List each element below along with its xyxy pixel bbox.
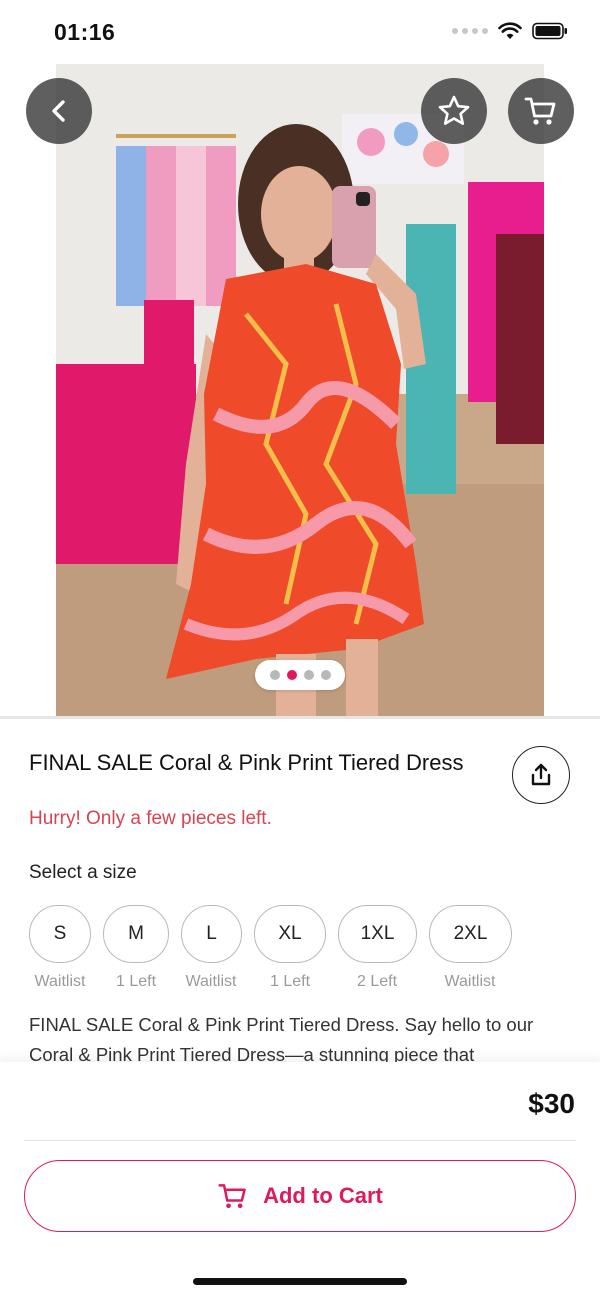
size-stock-status: Waitlist [34,973,86,990]
back-button[interactable] [26,78,92,144]
status-bar: 01:16 [0,0,600,64]
image-pager[interactable] [255,660,345,690]
size-button[interactable]: XL [254,905,326,963]
favorite-button[interactable] [421,78,487,144]
cart-icon [524,97,556,125]
size-stock-status: Waitlist [444,973,496,990]
status-time: 01:16 [54,19,116,45]
product-title: FINAL SALE Coral & Pink Print Tiered Dre… [29,750,464,775]
divider [24,1140,576,1141]
size-stock-status: 1 Left [115,973,157,990]
pager-dot[interactable] [286,670,297,680]
cart-button[interactable] [508,78,574,144]
size-stock-status: Waitlist [185,973,237,990]
size-button[interactable]: M [103,905,169,963]
home-indicator[interactable] [193,1278,407,1285]
add-to-cart-label: Add to Cart [263,1183,383,1208]
wifi-icon [498,22,522,39]
product-price: $30 [528,1088,575,1119]
battery-icon [532,22,567,40]
share-button[interactable] [512,746,570,804]
product-image-carousel[interactable] [0,64,600,716]
divider [0,716,600,719]
star-icon [438,95,470,125]
pager-dot[interactable] [303,670,314,680]
cellular-signal-icon [452,28,488,34]
size-button[interactable]: 2XL [429,905,512,963]
product-photo [56,64,544,716]
size-button[interactable]: 1XL [338,905,417,963]
pager-dot[interactable] [269,670,280,680]
size-stock-status: 2 Left [356,973,398,990]
size-button[interactable]: L [181,905,242,963]
size-stock-status: 1 Left [269,973,311,990]
add-to-cart-button[interactable]: Add to Cart [24,1160,576,1232]
purchase-bar: $30 Add to Cart [0,1062,600,1299]
stock-warning: Hurry! Only a few pieces left. [29,808,272,829]
status-icons [452,22,568,40]
cart-icon [218,1184,246,1209]
size-selector: S Waitlist M 1 Left L Waitlist XL 1 Left… [0,905,600,995]
chevron-left-icon [52,100,65,122]
pager-dot[interactable] [320,670,331,680]
size-button[interactable]: S [29,905,91,963]
product-description: FINAL SALE Coral & Pink Print Tiered Dre… [29,1014,534,1065]
share-icon [531,763,551,786]
size-selector-label: Select a size [29,862,137,883]
